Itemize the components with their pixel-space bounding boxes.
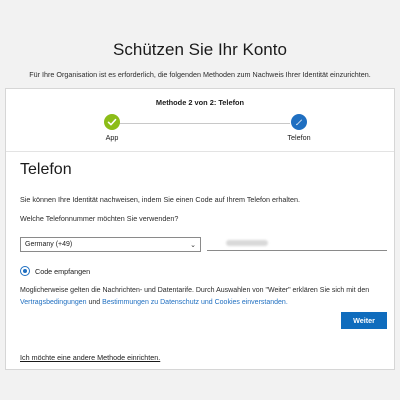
terms-link[interactable]: Vertragsbedingungen: [20, 299, 87, 306]
section-title: Telefon: [20, 161, 72, 178]
other-method-link[interactable]: Ich möchte eine andere Methode einrichte…: [20, 353, 160, 362]
step-app-label: App: [105, 133, 119, 142]
page-title: Schützen Sie Ihr Konto: [113, 40, 287, 59]
terms-prefix: Moglicherweise gelten die Nachrichten- u…: [20, 287, 370, 294]
step-phone-indicator: [291, 114, 307, 130]
next-button[interactable]: Weiter: [341, 312, 387, 329]
redacted-phone-number: [226, 240, 268, 246]
terms-and: und: [88, 299, 101, 306]
terms-text: Moglicherweise gelten die Nachrichten- u…: [20, 285, 388, 309]
country-code-value: Germany (+49): [25, 241, 73, 248]
stepper-line: [114, 123, 290, 124]
phone-step-icon: [296, 119, 302, 126]
country-code-select[interactable]: Germany (+49) ⌄: [20, 237, 201, 252]
privacy-link[interactable]: Bestimmungen zu Datenschutz und Cookies …: [102, 299, 288, 306]
step-app-indicator: [104, 114, 120, 130]
chevron-down-icon: ⌄: [190, 242, 196, 249]
section-description: Sie können Ihre Identität nachweisen, in…: [20, 195, 300, 204]
page-subtitle: Für Ihre Organisation ist es erforderlic…: [29, 70, 371, 79]
divider: [6, 151, 394, 152]
step-phone-label: Telefon: [287, 133, 311, 142]
code-radio-button[interactable]: [20, 266, 30, 276]
setup-card: Methode 2 von 2: Telefon App Telefon Tel…: [5, 88, 395, 370]
phone-question: Welche Telefonnummer möchten Sie verwend…: [20, 214, 179, 223]
step-title: Methode 2 von 2: Telefon: [155, 98, 245, 107]
checkmark-icon: [107, 118, 117, 126]
code-radio-label[interactable]: Code empfangen: [35, 267, 90, 276]
